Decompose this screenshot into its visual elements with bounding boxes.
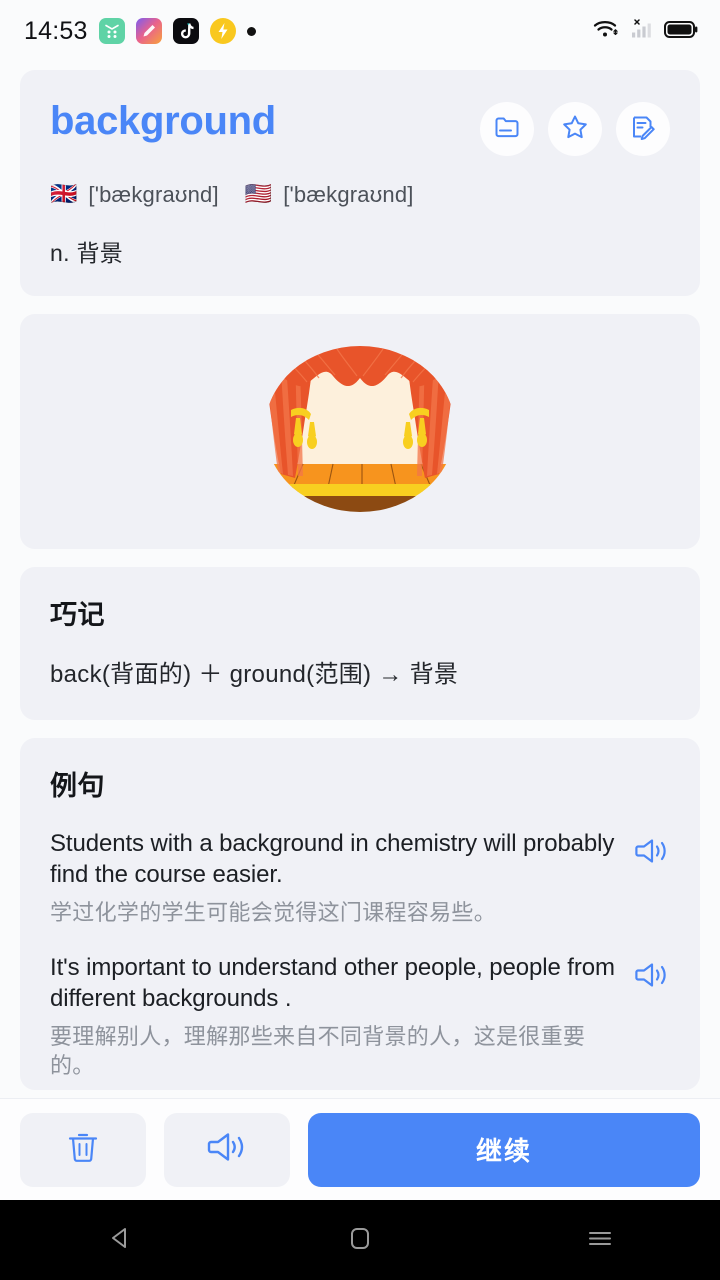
example-play-button[interactable] xyxy=(634,829,670,872)
status-clock: 14:53 xyxy=(24,16,88,45)
trash-icon xyxy=(66,1129,100,1170)
dot-indicator xyxy=(246,26,256,36)
speaker-icon xyxy=(634,963,670,995)
bottom-action-bar: 继续 xyxy=(0,1098,720,1200)
folder-icon xyxy=(493,113,521,146)
speaker-icon xyxy=(634,838,670,871)
word-header-card: background 🇬🇧 ['bækgraʊnd] 🇺🇸 ['bækgraʊn… xyxy=(20,70,700,296)
example-item: Students with a background in chemistry … xyxy=(50,829,670,927)
word-definition: n. 背景 xyxy=(50,240,124,266)
delete-button[interactable] xyxy=(20,1112,146,1187)
gradient-app-icon xyxy=(135,18,162,44)
nav-back-button[interactable] xyxy=(60,1200,180,1280)
cellular-signal-no-sim-icon xyxy=(629,18,655,45)
word-header-row: background xyxy=(50,96,670,156)
example-sentence-en: Students with a background in chemistry … xyxy=(50,829,615,888)
status-bar-left: 14:53 xyxy=(24,17,256,46)
example-sentence-en: It's important to understand other peopl… xyxy=(50,953,615,1012)
recents-menu-icon xyxy=(584,1223,616,1258)
home-square-icon xyxy=(346,1223,374,1258)
nav-home-button[interactable] xyxy=(300,1200,420,1280)
status-bar-right xyxy=(593,0,698,62)
page-title: background xyxy=(50,99,276,143)
wifi-icon xyxy=(593,18,620,45)
us-flag-icon: 🇺🇸 xyxy=(244,182,273,207)
battery-icon xyxy=(664,19,698,44)
mnemonic-title: 巧记 xyxy=(50,600,105,630)
nav-recents-button[interactable] xyxy=(540,1200,660,1280)
uk-phonetic: ['bækgraʊnd] xyxy=(88,182,219,207)
green-app-icon xyxy=(98,18,125,44)
pronounce-button[interactable] xyxy=(164,1112,290,1187)
example-sentence-zh: 要理解别人，理解那些来自不同背景的人，这是很重要的。 xyxy=(50,1023,586,1078)
example-item: It's important to understand other peopl… xyxy=(50,953,670,1080)
example-texts: It's important to understand other peopl… xyxy=(50,953,620,1080)
example-sentence-zh: 学过化学的学生可能会觉得这门课程容易些。 xyxy=(50,899,497,925)
mnemonic-card: 巧记 back(背面的) ＋ ground(范围) → 背景 xyxy=(20,567,700,720)
note-button[interactable] xyxy=(616,102,670,156)
back-triangle-icon xyxy=(105,1223,135,1258)
android-nav-bar xyxy=(0,1200,720,1280)
theater-stage-illustration xyxy=(265,346,455,517)
us-phonetic: ['bækgraʊnd] xyxy=(283,182,414,207)
tiktok-app-icon xyxy=(172,18,199,44)
illustration-card xyxy=(20,314,700,549)
examples-title: 例句 xyxy=(50,770,105,801)
scroll-content[interactable]: background 🇬🇧 ['bækgraʊnd] 🇺🇸 ['bækgraʊn… xyxy=(0,62,720,1098)
word-action-buttons xyxy=(480,102,670,156)
continue-button[interactable]: 继续 xyxy=(308,1112,700,1187)
examples-card: 例句 Students with a background in chemist… xyxy=(20,737,700,1091)
star-icon xyxy=(561,113,589,146)
phone-screen: 14:53 background 🇬🇧 ['bækgraʊnd] 🇺🇸 ['bæ… xyxy=(0,0,720,1280)
favorite-button[interactable] xyxy=(548,102,602,156)
note-edit-icon xyxy=(629,113,657,146)
folder-button[interactable] xyxy=(480,102,534,156)
lightning-app-icon xyxy=(209,18,236,44)
mnemonic-text: back(背面的) ＋ ground(范围) → 背景 xyxy=(50,661,459,688)
uk-flag-icon: 🇬🇧 xyxy=(50,182,78,207)
example-texts: Students with a background in chemistry … xyxy=(50,829,620,927)
example-play-button[interactable] xyxy=(634,953,670,996)
phonetics-row: 🇬🇧 ['bækgraʊnd] 🇺🇸 ['bækgraʊnd] xyxy=(50,182,670,208)
speaker-icon xyxy=(206,1128,248,1171)
status-bar: 14:53 xyxy=(0,0,720,62)
